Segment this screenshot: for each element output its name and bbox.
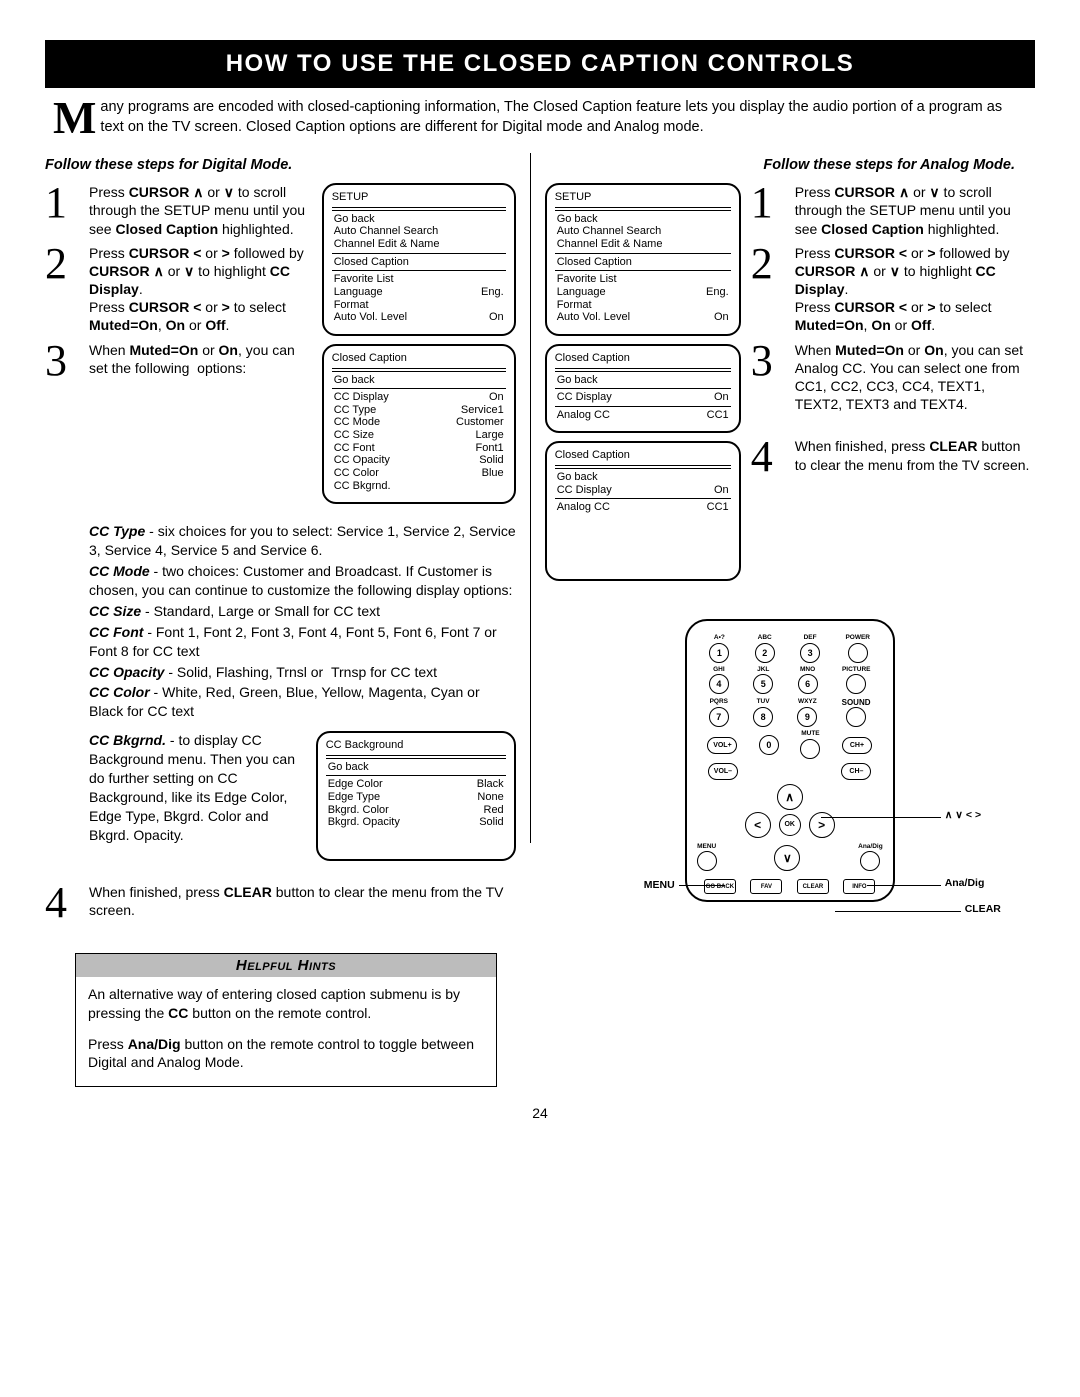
osd-setup-digital: SETUP Go back Auto Channel Search Channe… [322,183,516,336]
remote-btn-power [848,643,868,663]
analog-step4: When finished, press CLEAR button to cle… [795,437,1035,473]
osd-title: Closed Caption [332,352,506,369]
osd-title: SETUP [332,191,506,208]
digital-subhead: Follow these steps for Digital Mode. [45,157,516,173]
osd-closed-caption-analog-1: Closed Caption Go back CC DisplayOn Anal… [545,344,741,434]
remote-btn-2: 2 [755,643,775,663]
remote-btn-ch-down: CH– [841,763,871,780]
hint-1: An alternative way of entering closed ca… [88,985,484,1023]
remote-btn-info: INFO [843,879,875,894]
remote-btn-5: 5 [753,674,773,694]
step-number-4: 4 [45,883,89,923]
step-number-1: 1 [751,183,795,223]
step-number-3: 3 [45,341,89,381]
remote-btn-7: 7 [709,707,729,727]
remote-label-cursor: ∧ ∨ < > [945,809,981,821]
osd-closed-caption-analog-2: Closed Caption Go back CC DisplayOn Anal… [545,441,741,581]
page-number: 24 [45,1105,1035,1121]
digital-step4: When finished, press CLEAR button to cle… [89,883,516,919]
remote-btn-ch-up: CH+ [842,737,872,754]
analog-subhead: Follow these steps for Analog Mode. [545,157,1035,173]
remote-btn-menu [697,851,717,871]
remote-btn-ok: OK [779,814,801,836]
remote-cursor-up: ∧ [777,784,803,810]
analog-step2: Press CURSOR < or > followed by CURSOR ∧… [795,244,1035,335]
remote-btn-fav: FAV [750,879,782,894]
digital-step2: Press CURSOR < or > followed by CURSOR ∧… [89,244,314,335]
osd-title: Closed Caption [555,449,731,466]
remote-label-anadig: Ana/Dig [945,877,985,889]
hint-2: Press Ana/Dig button on the remote contr… [88,1035,484,1073]
intro-paragraph: M any programs are encoded with closed-c… [53,98,1027,137]
step-number-1: 1 [45,183,89,223]
remote-cursor-down: ∨ [774,845,800,871]
remote-btn-1: 1 [709,643,729,663]
column-divider [530,153,531,843]
remote-btn-picture [846,674,866,694]
remote-btn-sound [846,707,866,727]
step-number-4: 4 [751,437,795,477]
remote-btn-vol-down: VOL– [708,763,738,780]
remote-btn-0: 0 [759,735,779,755]
analog-step3: When Muted=On or On, you can set Analog … [795,341,1035,414]
osd-title: SETUP [555,191,731,208]
osd-setup-analog: SETUP Go back Auto Channel Search Channe… [545,183,741,336]
remote-label-clear: CLEAR [965,903,1001,915]
remote-btn-mute [800,739,820,759]
remote-btn-clear: CLEAR [797,879,829,894]
remote-btn-anadig [860,851,880,871]
step-number-2: 2 [751,244,795,284]
remote-btn-goback: GO BACK [704,879,736,894]
page-title: HOW TO USE THE CLOSED CAPTION CONTROLS [45,40,1035,88]
digital-options: CC Type - six choices for you to select:… [89,522,516,721]
remote-btn-4: 4 [709,674,729,694]
helpful-hints-box: Helpful Hints An alternative way of ente… [75,953,497,1088]
osd-title: CC Background [326,739,506,756]
remote-btn-vol-up: VOL+ [707,737,737,754]
osd-title: Closed Caption [555,352,731,369]
remote-btn-8: 8 [753,707,773,727]
analog-step1: Press CURSOR ∧ or ∨ to scroll through th… [795,183,1035,238]
step-number-2: 2 [45,244,89,284]
analog-column: Follow these steps for Analog Mode. SETU… [545,153,1035,902]
remote-btn-3: 3 [800,643,820,663]
osd-closed-caption-digital: Closed Caption Go back CC DisplayOn CC T… [322,344,516,504]
step-number-3: 3 [751,341,795,381]
helpful-hints-head: Helpful Hints [76,954,496,977]
remote-btn-6: 6 [798,674,818,694]
remote-control-illustration: A•?1 ABC2 DEF3 POWER GHI4 JKL5 MNO6 PICT… [685,619,895,902]
intro-text: any programs are encoded with closed-cap… [100,99,1002,135]
remote-cursor-left: < [745,812,771,838]
cc-bkgrnd-text: CC Bkgrnd. - to display CC Background me… [89,731,304,844]
remote-cursor-right: > [809,812,835,838]
osd-cc-background: CC Background Go back Edge ColorBlack Ed… [316,731,516,861]
dropcap: M [53,98,96,137]
remote-btn-9: 9 [797,707,817,727]
remote-label-menu: MENU [644,879,675,891]
digital-column: Follow these steps for Digital Mode. 1 P… [45,153,516,1087]
digital-step1: Press CURSOR ∧ or ∨ to scroll through th… [89,183,314,238]
digital-step3: When Muted=On or On, you can set the fol… [89,341,314,377]
